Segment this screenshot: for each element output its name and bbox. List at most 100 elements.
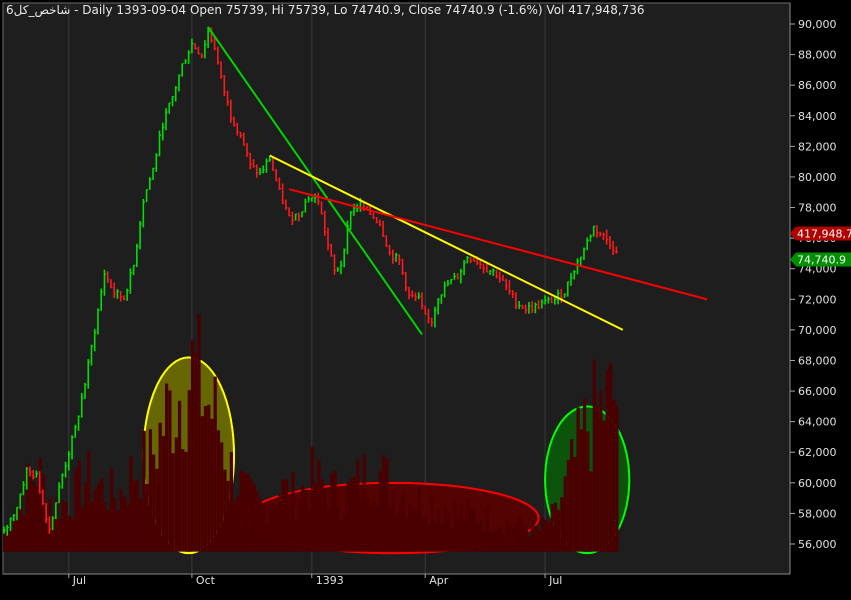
y-tick-label: 90,000 xyxy=(798,18,837,31)
volume-bar xyxy=(161,435,165,552)
volume-bar xyxy=(61,500,65,552)
last-value-label: 417,948,7 xyxy=(797,228,851,241)
volume-bar xyxy=(417,485,421,552)
volume-bar xyxy=(414,508,418,552)
volume-bar xyxy=(317,459,321,552)
volume-bar xyxy=(498,526,502,552)
volume-bar xyxy=(589,471,593,552)
volume-bar xyxy=(255,491,259,552)
volume-bar xyxy=(582,398,587,552)
volume-bar xyxy=(258,498,263,552)
volume-bar xyxy=(67,515,72,552)
volume-bar xyxy=(495,529,499,552)
volume-bar xyxy=(281,479,285,552)
volume-bar xyxy=(139,498,143,552)
volume-bar xyxy=(385,458,389,552)
volume-bar xyxy=(443,508,447,552)
volume-bar xyxy=(472,510,477,552)
volume-bar xyxy=(540,517,545,552)
volume-bar xyxy=(252,484,256,552)
volume-bar xyxy=(216,430,221,552)
volume-bar xyxy=(307,508,311,552)
volume-bar xyxy=(200,416,204,552)
volume-bar xyxy=(553,502,558,552)
volume-bar xyxy=(174,437,178,552)
volume-bar xyxy=(450,528,454,552)
price-chart[interactable]: 56,000 58,000 60,000 62,000 64,000 66,000 68,0… xyxy=(0,0,851,600)
volume-bar xyxy=(3,533,7,552)
volume-bar xyxy=(482,530,486,552)
volume-bar xyxy=(181,449,185,552)
volume-bar xyxy=(77,460,81,552)
volume-bar xyxy=(382,454,386,552)
volume-bar xyxy=(592,359,596,552)
volume-bar xyxy=(336,506,340,552)
volume-bar xyxy=(268,507,272,552)
volume-bar xyxy=(184,451,188,552)
volume-bar xyxy=(362,454,366,552)
volume-bar xyxy=(32,481,36,552)
volume-bar xyxy=(586,431,590,552)
volume-bar xyxy=(505,519,509,552)
y-tick-label: 58,000 xyxy=(798,507,837,520)
volume-bar xyxy=(223,469,227,552)
volume-bar xyxy=(492,532,496,552)
y-tick-label: 64,000 xyxy=(798,416,837,429)
volume-bar xyxy=(314,483,318,552)
volume-bar xyxy=(508,524,512,552)
volume-bar xyxy=(514,523,519,552)
volume-bar xyxy=(129,456,133,552)
volume-bar xyxy=(359,496,363,552)
y-tick-label: 72,000 xyxy=(798,293,837,306)
volume-bar xyxy=(58,518,62,552)
volume-bar xyxy=(369,506,373,552)
volume-bar xyxy=(573,457,577,552)
volume-bar xyxy=(171,453,175,552)
volume-bar xyxy=(284,478,289,552)
volume-bar xyxy=(103,502,107,552)
x-tick-label: Jul xyxy=(548,574,562,587)
volume-bar xyxy=(579,429,583,552)
volume-bar xyxy=(116,510,120,552)
volume-bar xyxy=(203,406,208,552)
volume-bar xyxy=(96,483,101,552)
volume-bar xyxy=(278,494,282,552)
volume-bar xyxy=(177,400,182,552)
volume-bar xyxy=(501,534,506,552)
volume-bar xyxy=(28,475,33,552)
volume-bar xyxy=(511,527,515,552)
volume-bar xyxy=(430,497,434,552)
volume-bar xyxy=(531,519,535,552)
volume-bar xyxy=(388,506,392,552)
volume-bar xyxy=(485,506,489,552)
volume-bar xyxy=(71,519,75,552)
volume-bar xyxy=(271,502,276,552)
volume-bar xyxy=(301,485,305,552)
volume-bar xyxy=(527,535,532,552)
volume-bar xyxy=(126,503,130,552)
volume-bar xyxy=(612,399,616,552)
volume-bar xyxy=(391,488,396,552)
volume-bar xyxy=(466,499,470,552)
volume-bar xyxy=(165,383,169,552)
last-value-label: 74,740.9 xyxy=(797,254,846,267)
volume-bar xyxy=(242,472,246,552)
volume-bar xyxy=(323,488,327,552)
volume-bar xyxy=(557,509,561,552)
volume-bar xyxy=(190,340,195,552)
volume-bar xyxy=(109,467,114,552)
volume-bar xyxy=(372,502,376,552)
volume-bar xyxy=(145,483,149,552)
volume-bar xyxy=(213,376,217,552)
y-tick-label: 56,000 xyxy=(798,538,837,551)
volume-bar xyxy=(93,489,97,552)
x-tick-label: Oct xyxy=(196,574,216,587)
volume-bar xyxy=(605,370,609,552)
volume-bar xyxy=(349,478,353,552)
volume-bar xyxy=(210,418,214,552)
volume-bar xyxy=(424,516,428,552)
chart-header: 6شاخص_کل - Daily 1393-09-04 Open 75739, … xyxy=(6,3,645,18)
volume-bar xyxy=(456,513,460,552)
volume-bar xyxy=(327,509,331,552)
volume-bar xyxy=(168,390,172,552)
